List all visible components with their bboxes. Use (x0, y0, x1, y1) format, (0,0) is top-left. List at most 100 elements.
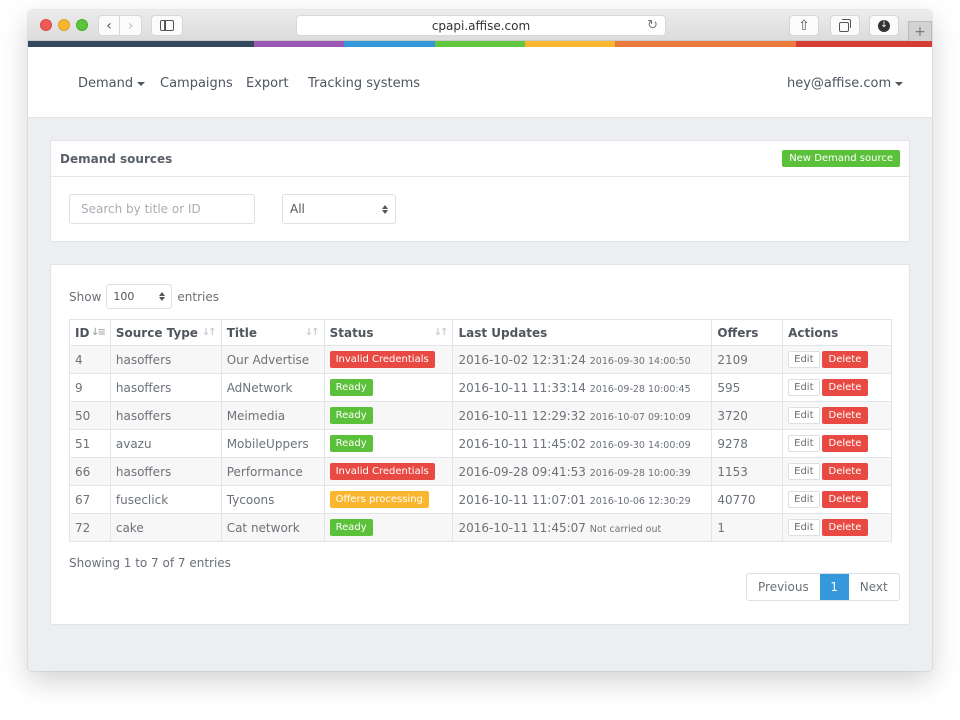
reload-icon[interactable]: ↻ (647, 18, 658, 33)
cell-actions: Edit Delete (782, 485, 892, 514)
edit-button[interactable]: Edit (788, 351, 820, 368)
nav-demand[interactable]: Demand (78, 76, 146, 91)
column-header-status[interactable]: Status ↓↑ (323, 319, 454, 346)
demand-sources-table: ID ↓≡ Source Type ↓↑ Title ↓↑ Status ↓↑ Last… (69, 319, 892, 542)
column-header-last-updates: Last Updates (452, 319, 713, 346)
cell-actions: Edit Delete (782, 345, 892, 374)
nav-campaigns[interactable]: Campaigns (160, 76, 233, 91)
sidebar-icon (160, 20, 174, 31)
entries-label: entries (177, 289, 219, 304)
cell-source-type: hasoffers (109, 373, 222, 402)
cell-last-updates: 2016-09-28 09:41:53 2016-09-28 10:00:39 (452, 457, 713, 486)
cell-status: Invalid Credentials (323, 345, 454, 374)
cell-id: 72 (69, 513, 111, 542)
downloads-button[interactable]: ↓ (869, 15, 899, 36)
demand-sources-filter-panel: Demand sources New Demand source All (50, 140, 910, 242)
cell-source-type: hasoffers (109, 401, 222, 430)
sort-icon: ↓↑ (433, 327, 449, 338)
cell-last-updates: 2016-10-11 11:45:02 2016-09-30 14:00:09 (452, 429, 713, 458)
nav-label: Export (246, 76, 289, 91)
pagination-page-1[interactable]: 1 (819, 574, 849, 600)
address-bar[interactable]: cpapi.affise.com ↻ (296, 15, 666, 36)
delete-button[interactable]: Delete (821, 351, 869, 368)
forward-button[interactable]: › (120, 15, 142, 36)
panel-header: Demand sources New Demand source (51, 141, 909, 177)
cell-offers: 595 (711, 373, 784, 402)
table-row: 9 hasoffers AdNetwork Ready 2016-10-11 11:33… (69, 373, 892, 402)
show-label: Show (69, 289, 102, 304)
last-update-time: 2016-10-11 11:07:01 (458, 492, 586, 507)
plus-icon: + (914, 24, 926, 40)
cell-actions: Edit Delete (782, 373, 892, 402)
column-header-title[interactable]: Title ↓↑ (220, 319, 325, 346)
share-button[interactable]: ⇧ (789, 15, 819, 36)
edit-button[interactable]: Edit (788, 407, 820, 424)
browser-titlebar: ‹ › cpapi.affise.com ↻ ⇧ ↓ + (28, 10, 932, 42)
new-demand-source-button[interactable]: New Demand source (782, 150, 900, 167)
table-row: 51 avazu MobileUppers Ready 2016-10-11 11:45… (69, 429, 892, 458)
back-button[interactable]: ‹ (98, 15, 120, 36)
share-icon: ⇧ (798, 17, 810, 34)
edit-button[interactable]: Edit (788, 519, 820, 536)
edit-button[interactable]: Edit (788, 435, 820, 452)
maximize-window-icon[interactable] (76, 19, 88, 31)
delete-button[interactable]: Delete (821, 407, 869, 424)
cell-title: Tycoons (220, 485, 325, 514)
nav-export[interactable]: Export (246, 76, 289, 91)
panel-title: Demand sources (60, 151, 173, 166)
cell-id: 66 (69, 457, 111, 486)
nav-tracking-systems[interactable]: Tracking systems (308, 76, 420, 91)
chevron-right-icon: › (127, 17, 134, 34)
cell-title: AdNetwork (220, 373, 325, 402)
pagination-previous[interactable]: Previous (747, 574, 820, 600)
column-header-source-type[interactable]: Source Type ↓↑ (109, 319, 222, 346)
select-value: 100 (113, 290, 135, 303)
edit-button[interactable]: Edit (788, 491, 820, 508)
column-header-offers: Offers (711, 319, 784, 346)
status-badge: Offers processing (329, 491, 429, 508)
select-value: All (290, 202, 305, 216)
minimize-window-icon[interactable] (58, 19, 70, 31)
caret-down-icon (895, 81, 904, 86)
url-text: cpapi.affise.com (431, 18, 531, 33)
cell-source-type: cake (109, 513, 222, 542)
select-arrows-icon (382, 204, 388, 214)
user-menu[interactable]: hey@affise.com (787, 76, 904, 91)
delete-button[interactable]: Delete (821, 463, 869, 480)
cell-title: Cat network (220, 513, 325, 542)
table-info: Showing 1 to 7 of 7 entries (69, 556, 231, 570)
page-length-select[interactable]: 100 (106, 284, 173, 309)
edit-button[interactable]: Edit (788, 463, 820, 480)
cell-status: Ready (323, 429, 454, 458)
delete-button[interactable]: Delete (821, 491, 869, 508)
delete-button[interactable]: Delete (821, 519, 869, 536)
browser-window: ‹ › cpapi.affise.com ↻ ⇧ ↓ + Demand Camp… (28, 10, 932, 671)
cell-actions: Edit Delete (782, 457, 892, 486)
delete-button[interactable]: Delete (821, 435, 869, 452)
status-filter-select[interactable]: All (282, 194, 396, 224)
cell-offers: 2109 (711, 345, 784, 374)
delete-button[interactable]: Delete (821, 379, 869, 396)
table-row: 4 hasoffers Our Advertise Invalid Credentia… (69, 345, 892, 374)
cell-last-updates: 2016-10-11 11:45:07 Not carried out (452, 513, 713, 542)
close-window-icon[interactable] (40, 19, 52, 31)
last-sync-time: 2016-10-07 09:10:09 (589, 411, 691, 423)
cell-title: Meimedia (220, 401, 325, 430)
cell-offers: 40770 (711, 485, 784, 514)
cell-last-updates: 2016-10-11 11:07:01 2016-10-06 12:30:29 (452, 485, 713, 514)
status-badge: Ready (329, 519, 373, 536)
cell-id: 50 (69, 401, 111, 430)
user-email: hey@affise.com (787, 76, 892, 91)
tabs-overview-button[interactable] (830, 15, 860, 36)
column-header-id[interactable]: ID ↓≡ (69, 319, 111, 346)
last-update-time: 2016-09-28 09:41:53 (458, 464, 586, 479)
cell-last-updates: 2016-10-02 12:31:24 2016-09-30 14:00:50 (452, 345, 713, 374)
pagination-next[interactable]: Next (849, 574, 899, 600)
table-row: 67 fuseclick Tycoons Offers processing 2016-… (69, 485, 892, 514)
new-tab-button[interactable]: + (908, 21, 932, 42)
edit-button[interactable]: Edit (788, 379, 820, 396)
cell-title: MobileUppers (220, 429, 325, 458)
sidebar-toggle-button[interactable] (151, 15, 183, 36)
search-input[interactable] (69, 194, 255, 224)
cell-id: 51 (69, 429, 111, 458)
